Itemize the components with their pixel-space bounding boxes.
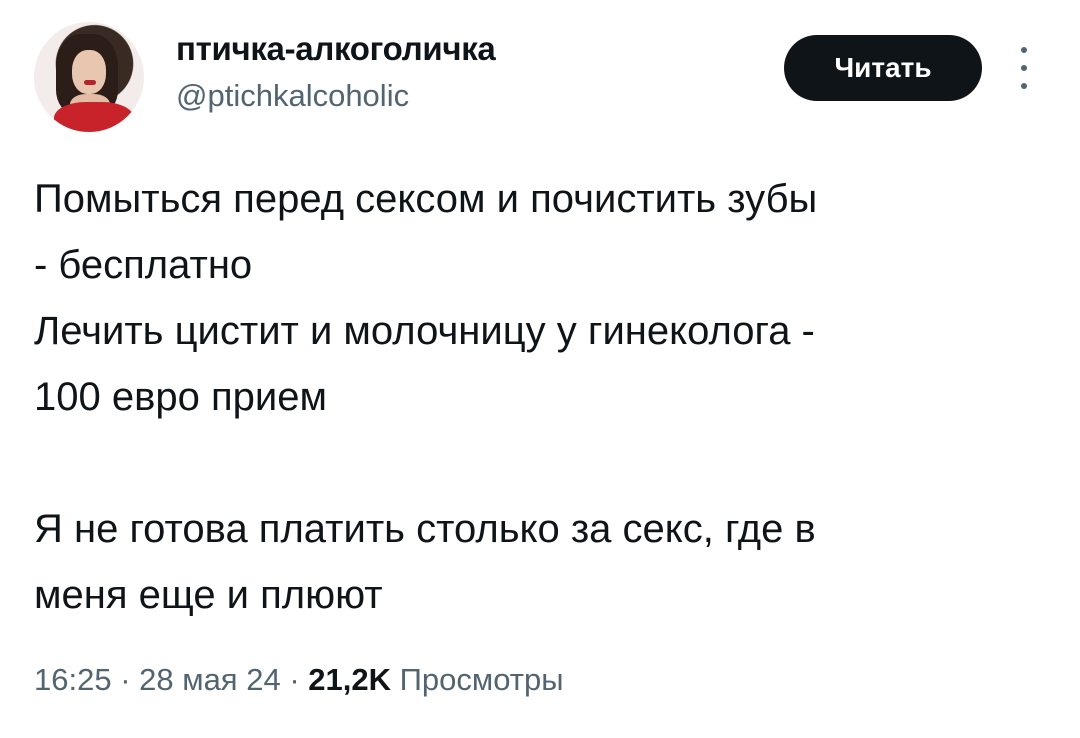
tweet-text-line: 100 евро прием xyxy=(34,375,327,419)
meta-separator: · xyxy=(120,662,131,697)
tweet-meta: 16:25 · 28 мая 24 · 21,2K Просмотры xyxy=(34,662,563,698)
more-vertical-icon[interactable] xyxy=(1014,47,1034,89)
more-dot xyxy=(1021,65,1027,71)
tweet-text: Помыться перед сексом и почистить зубы -… xyxy=(34,166,1054,628)
tweet-date[interactable]: 28 мая 24 xyxy=(139,662,281,697)
meta-separator: · xyxy=(289,662,300,697)
views-count[interactable]: 21,2K xyxy=(308,662,391,697)
more-dot xyxy=(1021,47,1027,53)
tweet-text-line: меня еще и плюют xyxy=(34,573,383,617)
author-handle[interactable]: @ptichkalcoholic xyxy=(176,78,409,114)
tweet-time[interactable]: 16:25 xyxy=(34,662,112,697)
avatar[interactable] xyxy=(34,22,144,132)
follow-button[interactable]: Читать xyxy=(784,35,982,101)
more-dot xyxy=(1021,83,1027,89)
tweet-text-line: Я не готова платить столько за секс, где… xyxy=(34,507,816,551)
views-label[interactable]: Просмотры xyxy=(400,662,564,697)
author-display-name[interactable]: птичка-алкоголичка xyxy=(176,30,496,68)
avatar-face xyxy=(72,50,106,94)
tweet-text-line: Помыться перед сексом и почистить зубы xyxy=(34,177,818,221)
tweet-text-line: Лечить цистит и молочницу у гинеколога - xyxy=(34,309,815,353)
avatar-lips xyxy=(84,80,96,85)
avatar-clothing xyxy=(54,102,134,132)
tweet-card: птичка-алкоголичка @ptichkalcoholic Чита… xyxy=(0,0,1080,738)
tweet-text-line: - бесплатно xyxy=(34,243,253,287)
